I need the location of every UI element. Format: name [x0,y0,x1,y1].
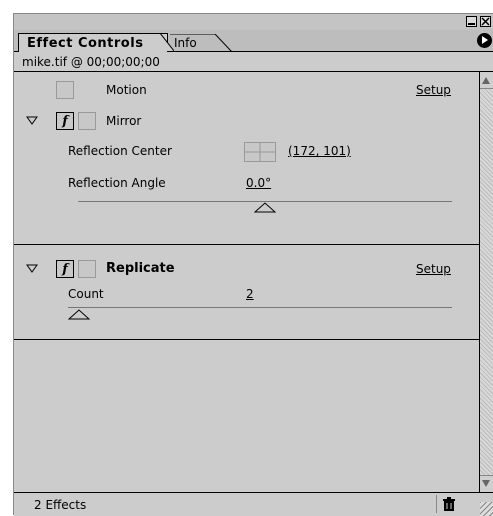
effect-controls-panel: Effect Controls Info mike.tif @ 00;00;00… [13,13,493,516]
palette-titlebar[interactable] [14,14,493,30]
effect-row-replicate: f Replicate Setup Count 2 [14,244,480,340]
clip-label: mike.tif @ 00;00;00;00 [14,52,493,72]
close-button[interactable] [480,16,491,27]
count-value[interactable]: 2 [246,287,254,301]
reflection-center-value[interactable]: (172, 101) [288,144,351,158]
mirror-twirl-down-icon[interactable] [26,116,38,125]
count-slider-track[interactable] [68,307,452,308]
mirror-label: Mirror [106,114,142,128]
count-label: Count [68,287,104,301]
count-slider-handle[interactable] [68,309,90,320]
reflection-angle-slider-handle[interactable] [254,202,276,213]
vertical-scrollbar[interactable] [479,72,493,492]
replicate-label: Replicate [106,261,175,276]
delete-effect-button[interactable] [436,495,458,513]
resize-grip-icon[interactable] [480,502,493,516]
motion-setup-link[interactable]: Setup [416,83,451,97]
tab-bar: Effect Controls Info [14,30,493,52]
tab-effect-controls-label: Effect Controls [27,36,144,51]
reflection-angle-label: Reflection Angle [68,176,166,190]
effects-count: 2 Effects [34,498,87,512]
mirror-keyframe-checkbox[interactable] [78,112,96,130]
scroll-up-arrow-icon[interactable] [480,72,493,89]
motion-label: Motion [106,83,147,97]
minimize-icon [468,23,475,25]
reflection-center-value-text: (172, 101) [288,144,351,158]
clip-name-timecode: mike.tif @ 00;00;00;00 [22,55,160,69]
tab-info-label: Info [174,36,197,50]
close-icon [481,17,490,26]
replicate-twirl-down-icon[interactable] [26,264,38,273]
panel-menu-button[interactable] [477,33,492,48]
mirror-fx-toggle[interactable]: f [56,112,74,130]
motion-enable-checkbox[interactable] [56,81,74,99]
status-bar: 2 Effects [14,492,493,516]
trash-icon [443,497,455,511]
reflection-angle-value[interactable]: 0.0° [246,176,271,190]
replicate-setup-link[interactable]: Setup [416,262,451,276]
effects-list: Motion Setup f Mirror Reflection Center … [14,72,480,492]
replicate-keyframe-checkbox[interactable] [78,260,96,278]
reflection-center-label: Reflection Center [68,144,172,158]
crosshair-point-icon[interactable] [244,142,276,162]
scroll-down-arrow-icon[interactable] [480,475,493,492]
tab-effect-controls[interactable]: Effect Controls [18,33,168,52]
minimize-button[interactable] [466,16,477,27]
tab-info[interactable]: Info [170,34,236,52]
replicate-fx-toggle[interactable]: f [56,260,74,278]
